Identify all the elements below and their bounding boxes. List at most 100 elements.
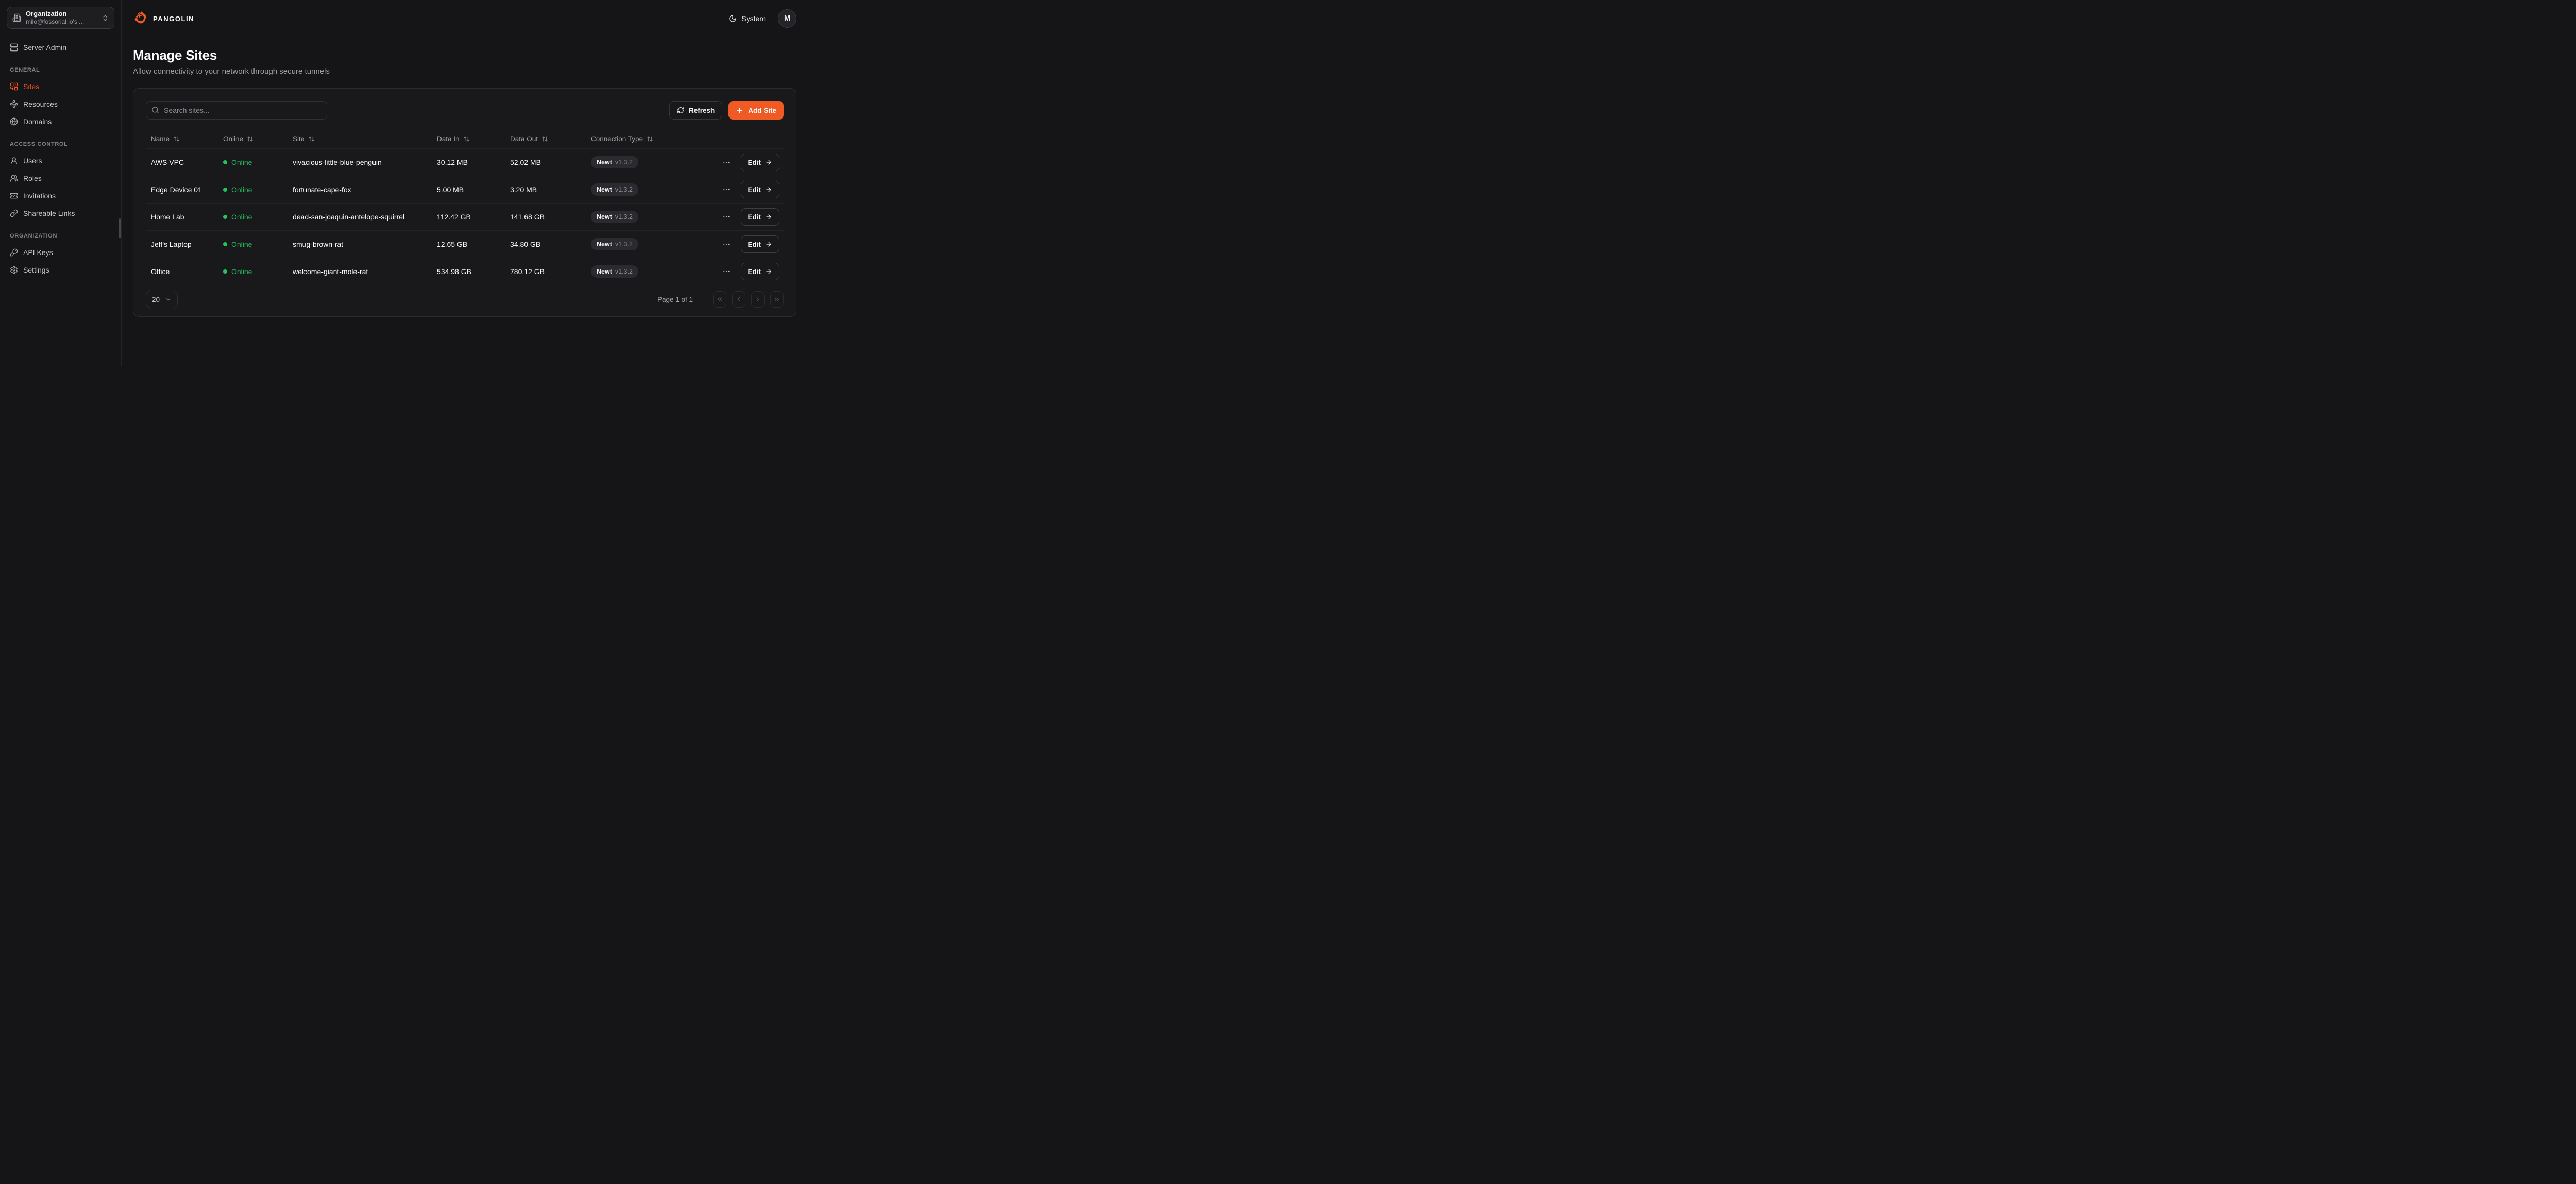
row-menu-button[interactable]: [720, 211, 733, 223]
pangolin-logo-icon: [133, 11, 148, 26]
sidebar-item-domains[interactable]: Domains: [7, 113, 114, 130]
user-icon: [10, 157, 18, 165]
online-status-dot: [223, 160, 227, 164]
table-row[interactable]: Home Lab Online dead-san-joaquin-antelop…: [146, 203, 784, 230]
table-footer: 20 Page 1 of 1: [146, 291, 784, 308]
row-menu-button[interactable]: [720, 156, 733, 168]
site-slug: dead-san-joaquin-antelope-squirrel: [293, 213, 437, 221]
last-page-button[interactable]: [770, 291, 784, 308]
connection-version: v1.3.2: [615, 268, 633, 275]
sidebar-item-invitations[interactable]: Invitations: [7, 188, 114, 204]
column-header-connection-type[interactable]: Connection Type: [591, 135, 718, 143]
moon-icon: [728, 14, 737, 23]
search-field: [146, 101, 327, 120]
sort-icon[interactable]: [541, 136, 548, 142]
building-icon: [12, 13, 21, 22]
table-row[interactable]: Jeff's Laptop Online smug-brown-rat 12.6…: [146, 230, 784, 258]
org-selector-value: milo@fossorial.io's ...: [26, 18, 97, 26]
org-selector[interactable]: Organization milo@fossorial.io's ...: [7, 7, 114, 29]
column-header-online[interactable]: Online: [223, 135, 293, 143]
sidebar-scrollbar[interactable]: [119, 218, 121, 238]
connection-version: v1.3.2: [615, 213, 633, 221]
column-header-name[interactable]: Name: [146, 135, 223, 143]
connection-version: v1.3.2: [615, 186, 633, 193]
row-menu-button[interactable]: [720, 238, 733, 250]
sidebar-item-roles[interactable]: Roles: [7, 170, 114, 187]
sidebar-item-sites[interactable]: Sites: [7, 78, 114, 95]
data-in-value: 30.12 MB: [437, 158, 510, 166]
edit-button[interactable]: Edit: [741, 235, 780, 253]
brand: PANGOLIN: [133, 11, 194, 26]
key-icon: [10, 248, 18, 257]
edit-button[interactable]: Edit: [741, 208, 780, 226]
table-row[interactable]: AWS VPC Online vivacious-little-blue-pen…: [146, 148, 784, 176]
data-in-value: 534.98 GB: [437, 267, 510, 276]
arrow-right-icon: [765, 159, 772, 166]
chevron-left-icon: [735, 296, 742, 303]
refresh-button[interactable]: Refresh: [669, 101, 722, 120]
edit-button[interactable]: Edit: [741, 263, 780, 280]
sidebar-item-users[interactable]: Users: [7, 153, 114, 169]
page-title: Manage Sites: [133, 47, 796, 63]
prev-page-button[interactable]: [732, 291, 745, 308]
row-menu-button[interactable]: [720, 265, 733, 278]
row-menu-button[interactable]: [720, 183, 733, 196]
theme-toggle-button[interactable]: System: [728, 14, 766, 23]
next-page-button[interactable]: [751, 291, 765, 308]
sidebar-item-server-admin[interactable]: Server Admin: [7, 39, 114, 56]
avatar[interactable]: M: [778, 9, 796, 28]
table-row[interactable]: Edge Device 01 Online fortunate-cape-fox…: [146, 176, 784, 203]
sidebar-item-api-keys[interactable]: API Keys: [7, 244, 114, 261]
connection-version: v1.3.2: [615, 241, 633, 248]
table-row[interactable]: Office Online welcome-giant-mole-rat 534…: [146, 258, 784, 285]
add-site-button[interactable]: Add Site: [728, 101, 784, 120]
column-header-data-out[interactable]: Data Out: [510, 135, 591, 143]
data-out-value: 141.68 GB: [510, 213, 591, 221]
sort-icon[interactable]: [247, 136, 253, 142]
first-page-button[interactable]: [713, 291, 726, 308]
sidebar-item-settings[interactable]: Settings: [7, 262, 114, 278]
plus-icon: [736, 107, 743, 114]
online-status-dot: [223, 215, 227, 219]
edit-label: Edit: [748, 241, 761, 248]
site-name: Home Lab: [146, 213, 223, 221]
sidebar-item-label: Domains: [23, 117, 52, 126]
sort-icon[interactable]: [647, 136, 653, 142]
section-label-access-control: ACCESS CONTROL: [10, 141, 111, 147]
site-slug: vivacious-little-blue-penguin: [293, 158, 437, 166]
connection-type-badge: Newt v1.3.2: [591, 156, 638, 168]
page-size-select[interactable]: 20: [146, 291, 178, 308]
connection-type-name: Newt: [597, 268, 612, 275]
site-online-status: Online: [223, 213, 293, 221]
site-slug: welcome-giant-mole-rat: [293, 267, 437, 276]
ticket-check-icon: [10, 192, 18, 200]
data-out-value: 52.02 MB: [510, 158, 591, 166]
sidebar-item-label: Server Admin: [23, 43, 66, 52]
sidebar-item-label: Sites: [23, 82, 39, 91]
org-selector-label: Organization: [26, 10, 97, 18]
page-info: Page 1 of 1: [657, 296, 693, 303]
site-name: Jeff's Laptop: [146, 240, 223, 248]
arrow-right-icon: [765, 213, 772, 221]
arrow-right-icon: [765, 268, 772, 275]
connection-type-badge: Newt v1.3.2: [591, 265, 638, 278]
refresh-icon: [677, 107, 684, 114]
column-header-site[interactable]: Site: [293, 135, 437, 143]
edit-button[interactable]: Edit: [741, 154, 780, 171]
sort-icon[interactable]: [308, 136, 315, 142]
data-out-value: 3.20 MB: [510, 185, 591, 194]
sidebar-item-label: Shareable Links: [23, 209, 75, 217]
site-slug: smug-brown-rat: [293, 240, 437, 248]
column-header-data-in[interactable]: Data In: [437, 135, 510, 143]
connection-type-badge: Newt v1.3.2: [591, 238, 638, 250]
edit-button[interactable]: Edit: [741, 181, 780, 198]
sort-icon[interactable]: [173, 136, 180, 142]
chevrons-up-down-icon: [101, 14, 109, 22]
site-name: Edge Device 01: [146, 185, 223, 194]
sidebar-item-resources[interactable]: Resources: [7, 96, 114, 112]
sidebar-item-label: API Keys: [23, 248, 53, 257]
search-input[interactable]: [146, 101, 327, 120]
search-icon: [151, 106, 159, 114]
sidebar-item-shareable-links[interactable]: Shareable Links: [7, 205, 114, 222]
sort-icon[interactable]: [463, 136, 470, 142]
